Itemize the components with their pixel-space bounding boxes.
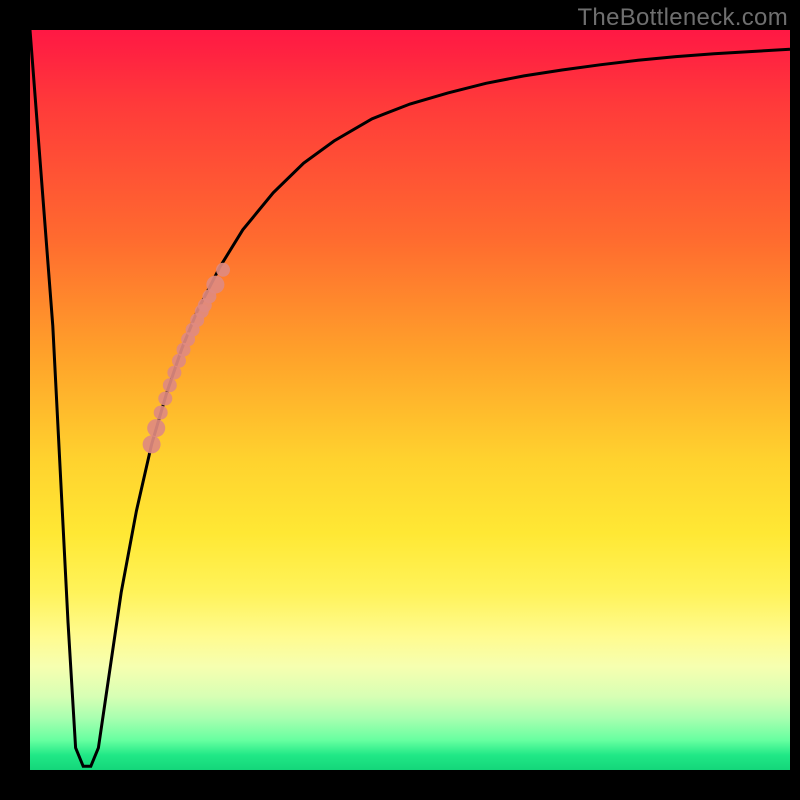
- plot-area: [30, 30, 790, 770]
- chart-svg: [30, 30, 790, 770]
- highlight-dot: [143, 435, 161, 453]
- highlight-dot: [216, 263, 230, 277]
- highlight-dot: [158, 392, 172, 406]
- highlight-dot: [163, 378, 177, 392]
- highlight-markers: [143, 263, 230, 454]
- outer-frame: TheBottleneck.com: [0, 0, 800, 800]
- highlight-dot: [154, 406, 168, 420]
- highlight-dot: [147, 419, 165, 437]
- watermark-text: TheBottleneck.com: [577, 4, 788, 32]
- highlight-dot: [206, 276, 224, 294]
- bottleneck-curve: [30, 30, 790, 766]
